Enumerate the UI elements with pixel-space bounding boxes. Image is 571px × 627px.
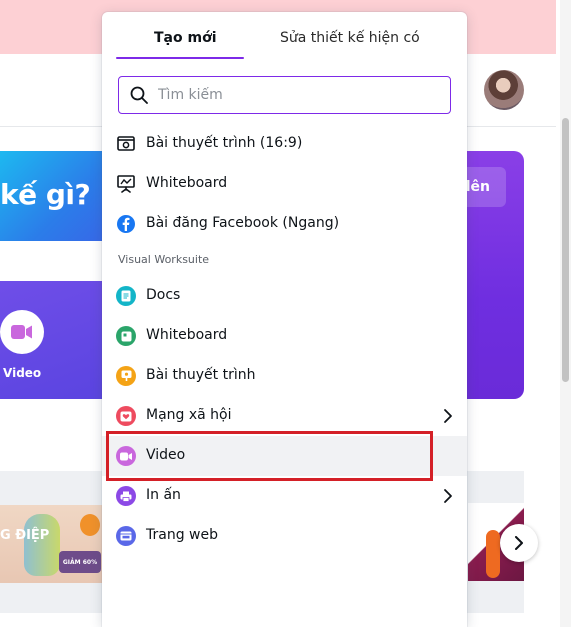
- user-avatar[interactable]: [484, 70, 524, 110]
- orange-illustration: [80, 514, 100, 536]
- menu-item-label: Whiteboard: [146, 327, 228, 343]
- print-icon: [116, 486, 136, 506]
- page-scrollbar-thumb[interactable]: [562, 118, 569, 382]
- menu-item-label: Mạng xã hội: [146, 407, 232, 423]
- search-input[interactable]: [158, 87, 428, 103]
- tab-create-new[interactable]: Tạo mới: [154, 30, 217, 46]
- facebook-icon: [116, 214, 136, 234]
- search-icon: [130, 86, 148, 104]
- menu-item-print[interactable]: In ấn: [102, 476, 467, 516]
- dropdown-tabs: Tạo mới Sửa thiết kế hiện có: [102, 12, 467, 62]
- video-icon: [116, 446, 136, 466]
- docs-icon: [116, 286, 136, 306]
- menu-item-docs[interactable]: Docs: [102, 276, 467, 316]
- tab-edit-existing[interactable]: Sửa thiết kế hiện có: [280, 30, 420, 46]
- presentation-icon: [116, 134, 136, 154]
- chevron-right-icon: [515, 536, 523, 550]
- search-box[interactable]: [118, 76, 451, 114]
- menu-item-label: Bài thuyết trình (16:9): [146, 135, 303, 151]
- menu-item-facebook-post[interactable]: Bài đăng Facebook (Ngang): [102, 204, 467, 244]
- whiteboard-suite-icon: [116, 326, 136, 346]
- menu-item-label: Video: [146, 447, 186, 463]
- social-icon: [116, 406, 136, 426]
- promo-badge: GIẢM 60%: [59, 551, 101, 573]
- menu-item-label: Whiteboard: [146, 175, 228, 191]
- presentation-suite-icon: [116, 366, 136, 386]
- video-shortcut-icon: [0, 310, 44, 354]
- create-design-dropdown: Tạo mới Sửa thiết kế hiện có Bài thuyết …: [102, 12, 467, 627]
- menu-item-social-media[interactable]: Mạng xã hội: [102, 396, 467, 436]
- menu-item-presentation-16-9[interactable]: Bài thuyết trình (16:9): [102, 124, 467, 164]
- menu-item-label: Trang web: [146, 527, 218, 543]
- menu-item-label: Bài đăng Facebook (Ngang): [146, 215, 340, 231]
- carousel-next-button[interactable]: [500, 524, 538, 562]
- chevron-right-icon: [441, 487, 455, 505]
- menu-item-whiteboard[interactable]: Whiteboard: [102, 164, 467, 204]
- menu-item-presentation[interactable]: Bài thuyết trình: [102, 356, 467, 396]
- menu-item-label: Bài thuyết trình: [146, 367, 256, 383]
- hero-title: kế gì?: [0, 178, 91, 211]
- vase-illustration: [24, 514, 60, 576]
- video-shortcut-label: Video: [3, 366, 42, 380]
- menu-item-label: Docs: [146, 287, 181, 303]
- menu-item-label: In ấn: [146, 487, 181, 503]
- section-title-visual-worksuite: Visual Worksuite: [118, 253, 210, 266]
- vase-illustration-right: [486, 530, 500, 578]
- website-icon: [116, 526, 136, 546]
- menu-item-video[interactable]: Video: [102, 436, 467, 476]
- menu-item-website[interactable]: Trang web: [102, 516, 467, 556]
- active-tab-indicator: [116, 57, 244, 59]
- chevron-right-icon: [441, 407, 455, 425]
- whiteboard-icon: [116, 174, 136, 194]
- menu-item-whiteboard-suite[interactable]: Whiteboard: [102, 316, 467, 356]
- promo-text: G ĐIỆP: [0, 528, 50, 543]
